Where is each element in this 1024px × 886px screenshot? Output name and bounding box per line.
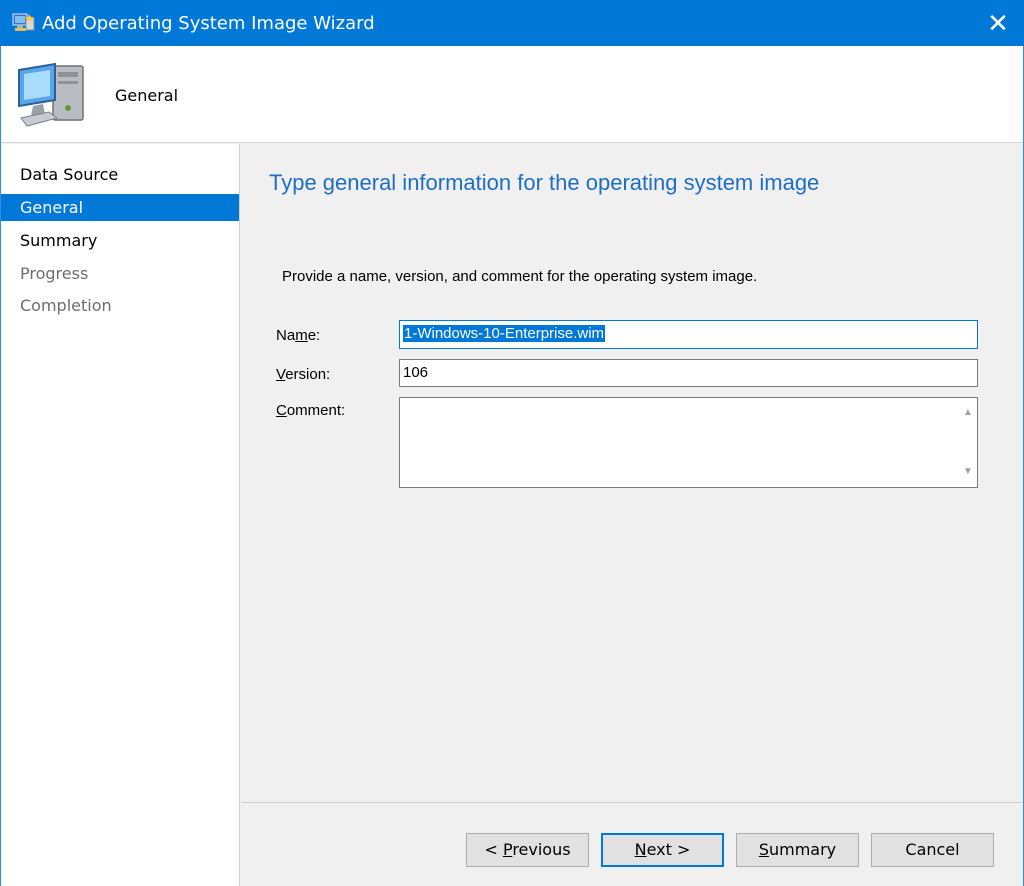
name-input[interactable]: 1-Windows-10-Enterprise.wim — [399, 320, 978, 349]
comment-scrollbar[interactable]: ▲ ▼ — [959, 398, 977, 487]
nav-step-general[interactable]: General — [1, 194, 239, 221]
version-input-value: 106 — [403, 364, 429, 381]
window-title: Add Operating System Image Wizard — [42, 13, 375, 34]
wizard-content: Type general information for the operati… — [241, 144, 1023, 886]
nav-step-summary[interactable]: Summary — [1, 227, 239, 254]
summary-button[interactable]: Summary — [736, 833, 859, 867]
name-input-value: 1-Windows-10-Enterprise.wim — [403, 325, 606, 342]
cancel-button[interactable]: Cancel — [871, 833, 994, 867]
wizard-app-icon — [12, 12, 36, 34]
header-title: General — [115, 86, 179, 105]
instructions-text: Provide a name, version, and comment for… — [282, 268, 758, 285]
comment-label: Comment: — [276, 402, 346, 419]
next-button[interactable]: Next > — [601, 833, 724, 867]
page-heading: Type general information for the operati… — [269, 170, 820, 195]
scroll-down-icon[interactable]: ▼ — [962, 467, 974, 477]
scroll-up-icon[interactable]: ▲ — [962, 408, 974, 418]
version-label: Version: — [276, 366, 331, 383]
wizard-header: General — [1, 46, 1023, 143]
title-bar[interactable]: Add Operating System Image Wizard ✕ — [0, 0, 1024, 46]
nav-step-completion: Completion — [20, 296, 112, 315]
comment-textarea[interactable]: ▲ ▼ — [399, 397, 978, 488]
name-label: Name: — [276, 327, 321, 344]
version-input[interactable]: 106 — [399, 359, 978, 387]
wizard-step-nav: Data Source General Summary Progress Com… — [1, 144, 240, 886]
nav-step-data-source[interactable]: Data Source — [1, 161, 239, 188]
button-area-divider — [241, 802, 1023, 803]
close-icon[interactable]: ✕ — [972, 0, 1024, 46]
nav-step-progress: Progress — [20, 264, 89, 283]
previous-button[interactable]: < Previous — [466, 833, 589, 867]
computer-icon — [15, 60, 87, 130]
